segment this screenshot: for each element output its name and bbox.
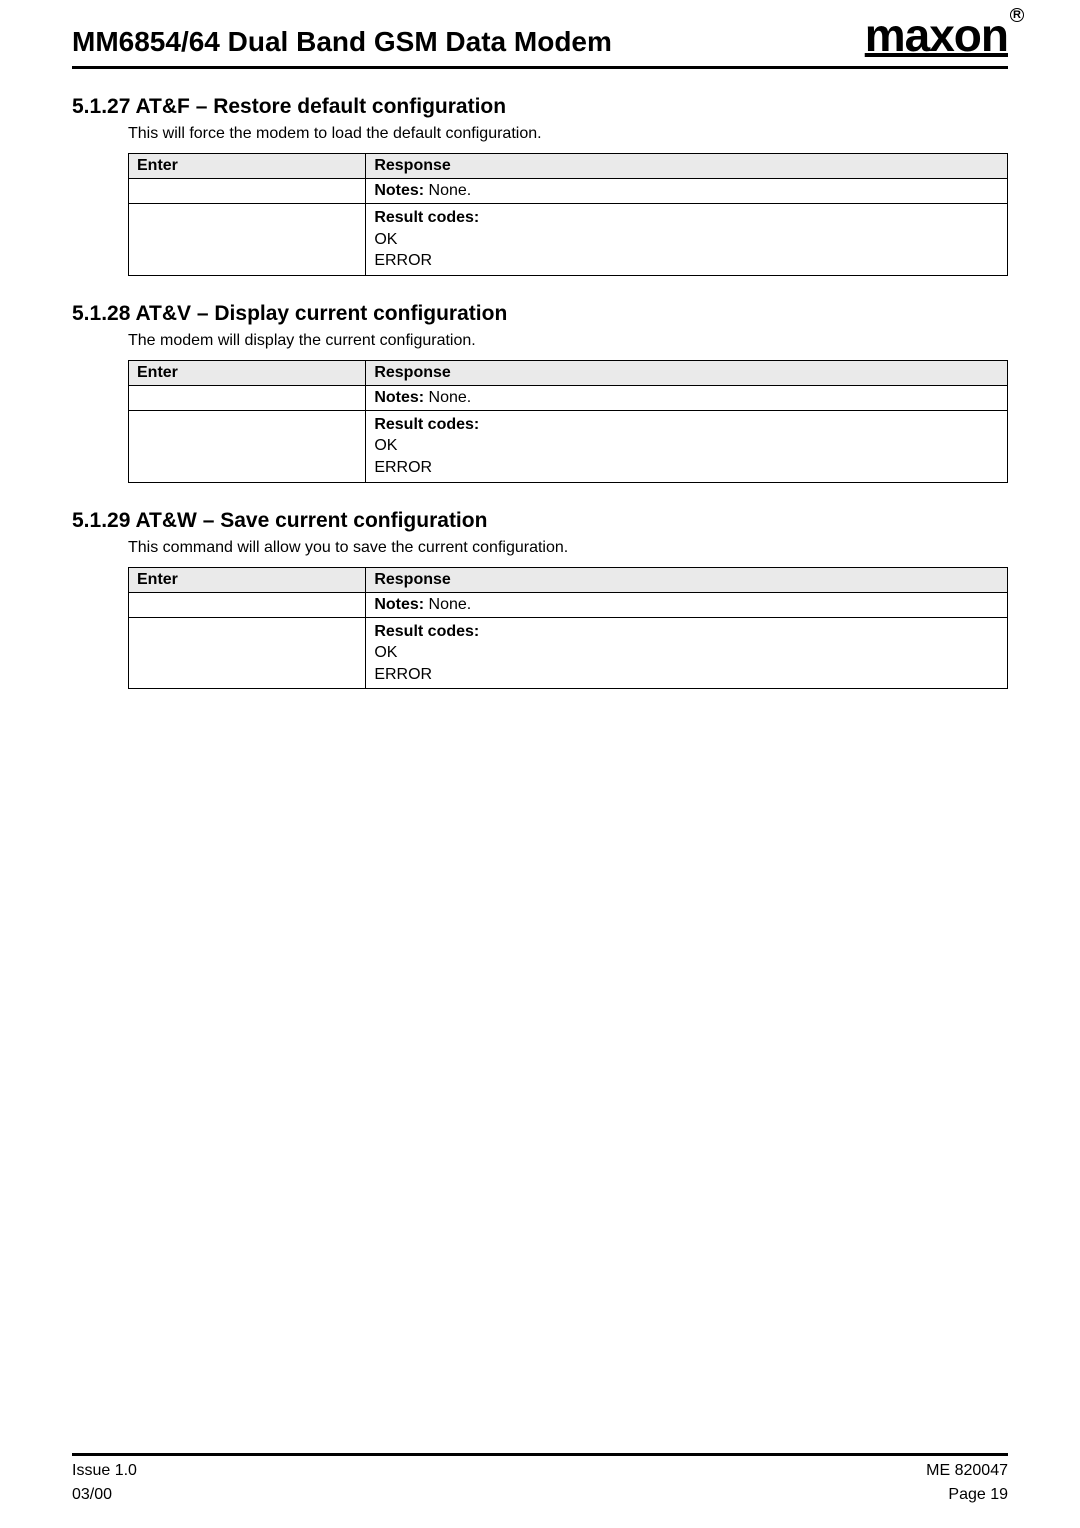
section-atv: 5.1.28 AT&V – Display current configurat… <box>72 302 1008 483</box>
section-atw: 5.1.29 AT&W – Save current configuration… <box>72 509 1008 690</box>
table-row: Result codes: OK ERROR <box>129 204 1008 276</box>
col-response-header: Response <box>366 567 1008 592</box>
section-description: This command will allow you to save the … <box>128 539 1008 557</box>
table-row: Notes: None. <box>129 592 1008 617</box>
section-heading: 5.1.28 AT&V – Display current configurat… <box>72 302 1008 326</box>
result-codes-cell: Result codes: OK ERROR <box>366 410 1008 482</box>
result-codes-label: Result codes: <box>374 207 999 229</box>
enter-cell <box>129 592 366 617</box>
result-code-ok: OK <box>374 435 999 457</box>
notes-cell: Notes: None. <box>366 385 1008 410</box>
notes-label: Notes: <box>374 596 424 613</box>
notes-value: None. <box>424 182 471 199</box>
footer-row-2: 03/00 Page 19 <box>72 1486 1008 1504</box>
enter-cell <box>129 410 366 482</box>
result-code-error: ERROR <box>374 457 999 479</box>
top-header: MM6854/64 Dual Band GSM Data Modem maxon… <box>72 0 1008 58</box>
result-codes-cell: Result codes: OK ERROR <box>366 617 1008 689</box>
notes-value: None. <box>424 389 471 406</box>
page-footer: Issue 1.0 ME 820047 03/00 Page 19 <box>72 1453 1008 1504</box>
col-enter-header: Enter <box>129 567 366 592</box>
footer-left-bottom: 03/00 <box>72 1486 112 1504</box>
footer-left-top: Issue 1.0 <box>72 1462 137 1480</box>
result-codes-label: Result codes: <box>374 414 999 436</box>
result-codes-label: Result codes: <box>374 621 999 643</box>
registered-mark: R <box>1010 8 1024 22</box>
table-row: Result codes: OK ERROR <box>129 617 1008 689</box>
command-table: Enter Response Notes: None. Result codes… <box>128 153 1008 276</box>
command-table: Enter Response Notes: None. Result codes… <box>128 567 1008 690</box>
col-enter-header: Enter <box>129 360 366 385</box>
table-row: Result codes: OK ERROR <box>129 410 1008 482</box>
notes-label: Notes: <box>374 182 424 199</box>
vertical-spacer <box>72 689 1008 1445</box>
footer-rule <box>72 1453 1008 1456</box>
result-code-ok: OK <box>374 229 999 251</box>
brand-logo: maxon <box>865 9 1008 61</box>
enter-cell <box>129 179 366 204</box>
logo-wrap: maxon R <box>865 12 1008 58</box>
command-table: Enter Response Notes: None. Result codes… <box>128 360 1008 483</box>
result-codes-cell: Result codes: OK ERROR <box>366 204 1008 276</box>
table-row: Notes: None. <box>129 385 1008 410</box>
notes-cell: Notes: None. <box>366 179 1008 204</box>
section-description: This will force the modem to load the de… <box>128 125 1008 143</box>
table-header-row: Enter Response <box>129 154 1008 179</box>
result-code-ok: OK <box>374 642 999 664</box>
footer-row-1: Issue 1.0 ME 820047 <box>72 1462 1008 1480</box>
notes-cell: Notes: None. <box>366 592 1008 617</box>
footer-right-top: ME 820047 <box>926 1462 1008 1480</box>
section-description: The modem will display the current confi… <box>128 332 1008 350</box>
notes-label: Notes: <box>374 389 424 406</box>
table-header-row: Enter Response <box>129 360 1008 385</box>
table-row: Notes: None. <box>129 179 1008 204</box>
section-heading: 5.1.29 AT&W – Save current configuration <box>72 509 1008 533</box>
section-heading: 5.1.27 AT&F – Restore default configurat… <box>72 95 1008 119</box>
page: MM6854/64 Dual Band GSM Data Modem maxon… <box>0 0 1080 1528</box>
notes-value: None. <box>424 596 471 613</box>
col-enter-header: Enter <box>129 154 366 179</box>
section-atf: 5.1.27 AT&F – Restore default configurat… <box>72 95 1008 276</box>
result-code-error: ERROR <box>374 250 999 272</box>
col-response-header: Response <box>366 154 1008 179</box>
enter-cell <box>129 204 366 276</box>
doc-title: MM6854/64 Dual Band GSM Data Modem <box>72 26 612 58</box>
col-response-header: Response <box>366 360 1008 385</box>
enter-cell <box>129 385 366 410</box>
header-rule <box>72 66 1008 69</box>
footer-right-bottom: Page 19 <box>948 1486 1008 1504</box>
table-header-row: Enter Response <box>129 567 1008 592</box>
enter-cell <box>129 617 366 689</box>
result-code-error: ERROR <box>374 664 999 686</box>
